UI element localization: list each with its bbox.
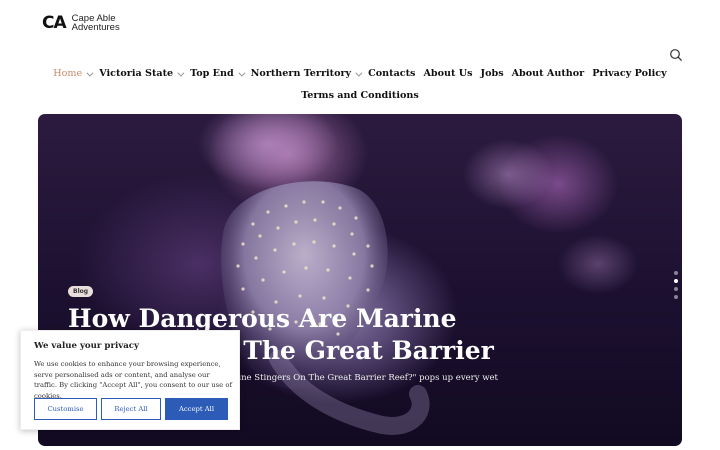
nav-item-label: Jobs bbox=[480, 68, 504, 79]
nav-item-label: About Us bbox=[423, 68, 473, 79]
nav-row-primary: Home Victoria State Top End Northern Territ… bbox=[0, 63, 720, 85]
nav-item-about-us[interactable]: About Us bbox=[423, 63, 472, 85]
nav-item-contacts[interactable]: Contacts bbox=[368, 63, 415, 85]
accept-all-button[interactable]: Accept All bbox=[165, 398, 228, 420]
customise-button[interactable]: Customise bbox=[34, 398, 97, 420]
logo-text: Cape Able Adventures bbox=[71, 14, 120, 33]
search-button[interactable] bbox=[669, 47, 683, 62]
category-badge[interactable]: Blog bbox=[68, 286, 94, 297]
nav-item-home[interactable]: Home bbox=[53, 63, 94, 85]
slider-dot[interactable] bbox=[674, 295, 678, 299]
reject-all-button[interactable]: Reject All bbox=[101, 398, 161, 420]
slider-dot[interactable] bbox=[674, 271, 678, 275]
chevron-down-icon bbox=[177, 69, 185, 77]
nav-item-label: Contacts bbox=[368, 68, 416, 79]
chevron-down-icon bbox=[86, 69, 94, 77]
nav-item-top-end[interactable]: Top End bbox=[190, 63, 246, 85]
nav-row-secondary: Terms and Conditions bbox=[0, 85, 720, 107]
cookie-title: We value your privacy bbox=[34, 341, 140, 351]
logo-mark: CA bbox=[42, 13, 67, 33]
cookie-body: We use cookies to enhance your browsing … bbox=[34, 360, 232, 400]
search-icon bbox=[670, 49, 683, 62]
nav-item-label: Privacy Policy bbox=[592, 68, 667, 79]
slider-dots bbox=[674, 271, 678, 299]
logo-name-line2: Adventures bbox=[71, 22, 120, 33]
nav-item-label: Northern Territory bbox=[250, 68, 352, 79]
cookie-consent-banner: We value your privacy We use cookies to … bbox=[20, 330, 240, 430]
site-logo[interactable]: CA Cape Able Adventures bbox=[42, 13, 120, 33]
nav-item-jobs[interactable]: Jobs bbox=[481, 63, 504, 85]
nav-item-victoria-state[interactable]: Victoria State bbox=[99, 63, 185, 85]
chevron-down-icon bbox=[355, 69, 363, 77]
nav-item-terms-and-conditions[interactable]: Terms and Conditions bbox=[301, 85, 419, 107]
nav-item-label: About Author bbox=[511, 68, 585, 79]
nav-item-label: Top End bbox=[190, 68, 234, 79]
slider-dot[interactable] bbox=[674, 287, 678, 291]
nav-item-label: Terms and Conditions bbox=[301, 90, 419, 101]
nav-item-privacy-policy[interactable]: Privacy Policy bbox=[592, 63, 667, 85]
main-nav: Home Victoria State Top End Northern Territ… bbox=[0, 63, 720, 107]
chevron-down-icon bbox=[238, 69, 246, 77]
nav-item-about-author[interactable]: About Author bbox=[512, 63, 585, 85]
slider-dot[interactable] bbox=[674, 279, 678, 283]
nav-item-label: Home bbox=[53, 68, 83, 79]
nav-item-label: Victoria State bbox=[99, 68, 174, 79]
nav-item-northern-territory[interactable]: Northern Territory bbox=[250, 63, 363, 85]
